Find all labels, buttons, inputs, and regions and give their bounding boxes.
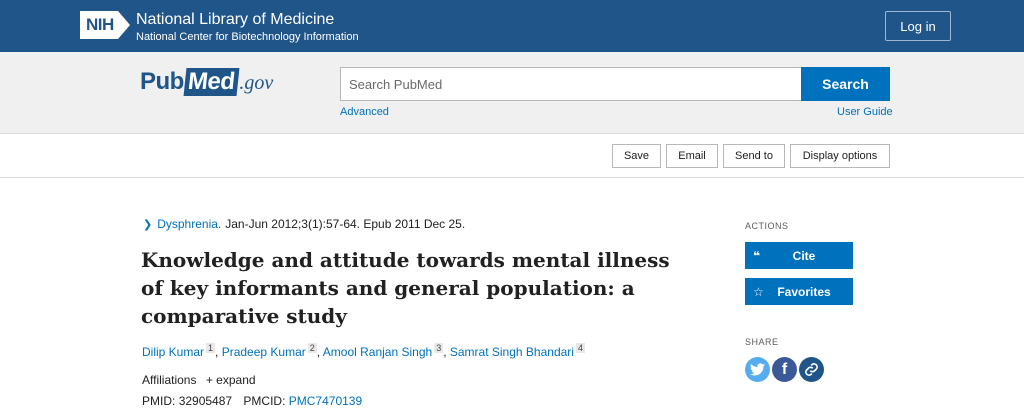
author-link[interactable]: Amool Ranjan Singh	[323, 345, 432, 359]
save-button[interactable]: Save	[612, 144, 661, 168]
affiliations-toggle[interactable]: Affiliations + expand	[142, 373, 256, 387]
author-link[interactable]: Samrat Singh Bhandari	[450, 345, 574, 359]
pmid-label: PMID:	[142, 394, 176, 408]
advanced-search-link[interactable]: Advanced	[340, 106, 389, 118]
cite-button[interactable]: ❝ Cite	[745, 242, 853, 269]
star-icon: ☆	[753, 284, 764, 299]
share-heading: SHARE	[745, 337, 779, 347]
affiliation-number[interactable]: 4	[575, 343, 585, 353]
send-to-button[interactable]: Send to	[723, 144, 785, 168]
actions-heading: ACTIONS	[745, 221, 789, 231]
nih-title: National Library of Medicine	[136, 11, 335, 28]
nih-logo-arrow	[117, 11, 130, 39]
affiliation-number[interactable]: 1	[206, 343, 216, 353]
permalink-icon[interactable]	[799, 357, 824, 382]
affiliation-number[interactable]: 2	[307, 343, 317, 353]
display-options-button[interactable]: Display options	[790, 144, 890, 168]
login-button[interactable]: Log in	[885, 11, 951, 41]
nih-heading[interactable]: National Library of Medicine National Ce…	[136, 11, 359, 44]
search-band: Pub Med .gov Search Advanced User Guide	[0, 52, 1024, 134]
pmid-value: 32905487	[178, 394, 233, 408]
nih-logo[interactable]: NIH	[80, 10, 130, 40]
affiliation-number[interactable]: 3	[434, 343, 444, 353]
facebook-icon[interactable]: f	[772, 357, 797, 382]
email-button[interactable]: Email	[666, 144, 718, 168]
journal-name-link[interactable]: Dysphrenia.	[157, 217, 221, 231]
article-toolbar: Save Email Send to Display options	[0, 135, 1024, 178]
nih-banner: NIH National Library of Medicine Nationa…	[0, 0, 1024, 52]
author-list: Dilip Kumar 1, Pradeep Kumar 2, Amool Ranj…	[142, 343, 585, 359]
author-link[interactable]: Pradeep Kumar	[222, 345, 306, 359]
affiliations-label: Affiliations	[142, 373, 197, 387]
pmcid-label: PMCID:	[243, 394, 286, 408]
chevron-right-icon[interactable]: ❯	[143, 218, 152, 231]
citation-details: Jan-Jun 2012;3(1):57-64. Epub 2011 Dec 2…	[225, 217, 466, 231]
author-link[interactable]: Dilip Kumar	[142, 345, 204, 359]
pubmed-logo-pub: Pub	[140, 68, 184, 95]
pubmed-logo[interactable]: Pub Med .gov	[140, 68, 273, 104]
search-button[interactable]: Search	[801, 67, 890, 101]
journal-citation: ❯ Dysphrenia. Jan-Jun 2012;3(1):57-64. E…	[143, 217, 465, 231]
user-guide-link[interactable]: User Guide	[837, 106, 893, 118]
nih-subtitle: National Center for Biotechnology Inform…	[136, 31, 359, 43]
cite-label: Cite	[792, 248, 816, 263]
favorites-button[interactable]: ☆ Favorites	[745, 278, 853, 305]
expand-affiliations-link[interactable]: + expand	[206, 373, 256, 387]
search-input[interactable]	[340, 67, 802, 101]
pubmed-logo-gov: .gov	[239, 72, 274, 94]
nih-logo-text: NIH	[80, 11, 118, 39]
favorites-label: Favorites	[777, 284, 831, 299]
pmcid-link[interactable]: PMC7470139	[289, 394, 362, 408]
quote-icon: ❝	[753, 248, 761, 263]
twitter-icon[interactable]	[745, 357, 770, 382]
pubmed-logo-med: Med	[183, 68, 239, 96]
article-identifiers: PMID: 32905487 PMCID: PMC7470139	[142, 394, 362, 408]
article-title: Knowledge and attitude towards mental il…	[141, 248, 670, 328]
